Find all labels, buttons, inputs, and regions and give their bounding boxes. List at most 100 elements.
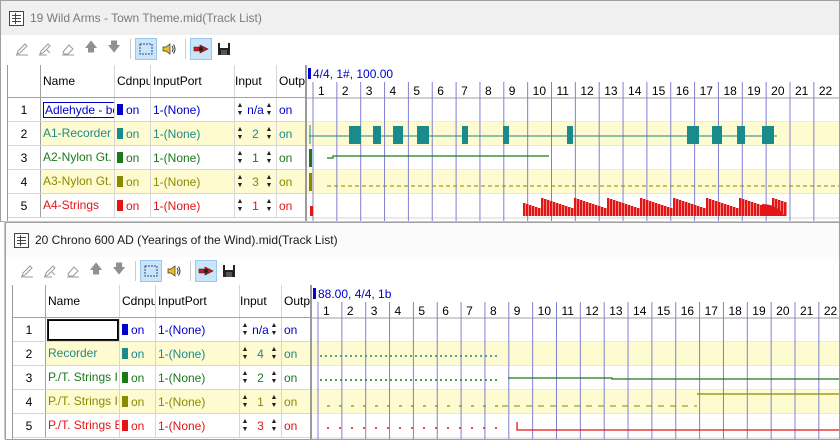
column-header-inputport[interactable]: InputPort xyxy=(156,285,240,317)
input-channel-stepper[interactable]: ▲ ▼ 2 ▲ ▼ xyxy=(235,122,277,145)
track-number[interactable]: 3 xyxy=(8,146,41,169)
track-color-swatch[interactable] xyxy=(117,152,123,163)
output-toggle[interactable]: on xyxy=(277,122,306,145)
spinner-arrows-icon[interactable]: ▲ ▼ xyxy=(264,124,274,144)
spinner-arrows-icon[interactable]: ▲ ▼ xyxy=(269,344,279,364)
column-header-output[interactable]: Outp xyxy=(282,285,311,317)
track-row[interactable]: 4 A3-Nylon Gt. on 1-(None) ▲ ▼ 3 ▲ ▼ on xyxy=(8,170,306,194)
spinner-arrows-icon[interactable]: ▲ ▼ xyxy=(269,392,279,412)
track-row[interactable]: 4 P./T. Strings I on 1-(None) ▲ ▼ 1 ▲ ▼ on xyxy=(13,390,311,414)
track-color-swatch[interactable] xyxy=(122,396,128,407)
arrow-down-icon[interactable]: 🡇 xyxy=(108,260,130,282)
input-port-select[interactable]: 1-(None) xyxy=(151,146,235,169)
input-channel-stepper[interactable]: ▲ ▼ 3 ▲ ▼ xyxy=(235,170,277,193)
input-port-select[interactable]: 1-(None) xyxy=(156,414,240,437)
spinner-arrows-icon[interactable]: ▲ ▼ xyxy=(240,392,250,412)
title-bar[interactable]: 20 Chrono 600 AD (Yearings of the Wind).… xyxy=(6,223,839,257)
track-row[interactable]: 3 P./T. Strings I on 1-(None) ▲ ▼ 2 ▲ ▼ on xyxy=(13,366,311,390)
column-header-channel[interactable]: Cdnput xyxy=(120,285,156,317)
spinner-arrows-icon[interactable]: ▲ ▼ xyxy=(269,320,279,340)
input-channel-stepper[interactable]: ▲ ▼ 2 ▲ ▼ xyxy=(240,366,282,389)
column-header-name[interactable]: Name xyxy=(41,65,115,97)
piano-roll-overview[interactable]: 88.00, 4/4, 1b 1 2 3 4 5 6 7 8 9 10 11 12 13 14 15 16 17 1… xyxy=(310,285,839,439)
track-number[interactable]: 2 xyxy=(8,122,41,145)
output-toggle[interactable]: on xyxy=(277,146,306,169)
track-name-cell[interactable]: Recorder xyxy=(46,342,120,365)
track-name-cell[interactable]: P./T. Strings E xyxy=(46,414,120,437)
input-channel-stepper[interactable]: ▲ ▼ n/a ▲ ▼ xyxy=(240,318,282,341)
input-channel-stepper[interactable]: ▲ ▼ n/a ▲ ▼ xyxy=(235,98,277,121)
spinner-arrows-icon[interactable]: ▲ ▼ xyxy=(269,416,279,436)
track-number[interactable]: 1 xyxy=(8,98,41,121)
track-name-cell[interactable]: P./T. Strings I xyxy=(46,390,120,413)
track-name-cell[interactable] xyxy=(46,318,120,341)
track-row[interactable]: 2 Recorder on 1-(None) ▲ ▼ 4 ▲ ▼ on xyxy=(13,342,311,366)
output-toggle[interactable]: on xyxy=(277,98,306,121)
track-row[interactable]: 1 Adlehyde - be on 1-(None) ▲ ▼ n/a ▲ ▼ on xyxy=(8,98,306,122)
spinner-arrows-icon[interactable]: ▲ ▼ xyxy=(240,344,250,364)
spinner-arrows-icon[interactable]: ▲ ▼ xyxy=(264,196,274,216)
spinner-arrows-icon[interactable]: ▲ ▼ xyxy=(264,172,274,192)
output-toggle[interactable]: on xyxy=(282,318,311,341)
spinner-arrows-icon[interactable]: ▲ ▼ xyxy=(240,368,250,388)
output-toggle[interactable]: on xyxy=(282,414,311,437)
spinner-arrows-icon[interactable]: ▲ ▼ xyxy=(264,100,274,120)
track-row[interactable]: 1 on 1-(None) ▲ ▼ n/a ▲ ▼ on xyxy=(13,318,311,342)
pencil-edit-icon[interactable] xyxy=(39,260,61,282)
track-number[interactable]: 5 xyxy=(13,414,46,437)
select-rect-icon[interactable] xyxy=(140,260,162,282)
track-number[interactable]: 4 xyxy=(8,170,41,193)
track-color-swatch[interactable] xyxy=(122,324,128,335)
spinner-arrows-icon[interactable]: ▲ ▼ xyxy=(240,320,250,340)
column-header-channel[interactable]: Cdnput xyxy=(115,65,151,97)
track-color-swatch[interactable] xyxy=(117,176,123,187)
spinner-arrows-icon[interactable]: ▲ ▼ xyxy=(240,416,250,436)
input-channel-stepper[interactable]: ▲ ▼ 4 ▲ ▼ xyxy=(240,342,282,365)
speaker-icon[interactable] xyxy=(158,38,180,60)
track-row[interactable]: 5 P./T. Strings E on 1-(None) ▲ ▼ 3 ▲ ▼ on xyxy=(13,414,311,438)
track-input-toggle[interactable]: on xyxy=(120,366,156,389)
arrow-down-icon[interactable]: 🡇 xyxy=(103,38,125,60)
track-input-toggle[interactable]: on xyxy=(115,170,151,193)
input-port-select[interactable]: 1-(None) xyxy=(151,194,235,217)
track-color-swatch[interactable] xyxy=(117,128,123,139)
output-toggle[interactable]: on xyxy=(277,170,306,193)
track-input-toggle[interactable]: on xyxy=(115,194,151,217)
arrow-up-icon[interactable]: 🡅 xyxy=(80,38,102,60)
track-input-toggle[interactable]: on xyxy=(115,146,151,169)
track-name-cell[interactable]: A4-Strings xyxy=(41,194,115,217)
piano-roll-svg[interactable]: 4/4, 1#, 100.001 2 3 4 5 6 7 8 9 10 11 12 13 14 15 16 17… xyxy=(307,65,839,221)
output-toggle[interactable]: on xyxy=(277,194,306,217)
eraser-icon[interactable] xyxy=(57,38,79,60)
track-input-toggle[interactable]: on xyxy=(115,98,151,121)
track-input-toggle[interactable]: on xyxy=(120,390,156,413)
input-channel-stepper[interactable]: ▲ ▼ 1 ▲ ▼ xyxy=(235,146,277,169)
input-port-select[interactable]: 1-(None) xyxy=(156,318,240,341)
input-port-select[interactable]: 1-(None) xyxy=(156,366,240,389)
save-icon[interactable] xyxy=(218,260,240,282)
track-row[interactable]: 3 A2-Nylon Gt. on 1-(None) ▲ ▼ 1 ▲ ▼ on xyxy=(8,146,306,170)
column-header-input[interactable]: Input xyxy=(240,285,282,317)
column-header-input[interactable]: Input xyxy=(235,65,277,97)
spinner-arrows-icon[interactable]: ▲ ▼ xyxy=(235,172,245,192)
column-header-number[interactable] xyxy=(13,285,46,317)
track-row[interactable]: 5 A4-Strings on 1-(None) ▲ ▼ 1 ▲ ▼ on xyxy=(8,194,306,218)
input-port-select[interactable]: 1-(None) xyxy=(151,98,235,121)
save-icon[interactable] xyxy=(213,38,235,60)
track-input-toggle[interactable]: on xyxy=(115,122,151,145)
input-port-select[interactable]: 1-(None) xyxy=(156,390,240,413)
spinner-arrows-icon[interactable]: ▲ ▼ xyxy=(235,100,245,120)
track-name-cell[interactable]: A1-Recorder xyxy=(41,122,115,145)
track-list-window-wild-arms[interactable]: 19 Wild Arms - Town Theme.mid(Track List… xyxy=(0,0,840,222)
record-mode-icon[interactable] xyxy=(190,38,212,60)
piano-roll-svg[interactable]: 88.00, 4/4, 1b1 2 3 4 5 6 7 8 9 10 11 12 13 14 15 16 17 1… xyxy=(312,285,839,439)
record-mode-icon[interactable] xyxy=(195,260,217,282)
select-rect-icon[interactable] xyxy=(135,38,157,60)
track-color-swatch[interactable] xyxy=(122,372,128,383)
output-toggle[interactable]: on xyxy=(282,390,311,413)
track-name-cell[interactable]: A3-Nylon Gt. xyxy=(41,170,115,193)
track-number[interactable]: 1 xyxy=(13,318,46,341)
spinner-arrows-icon[interactable]: ▲ ▼ xyxy=(235,196,245,216)
column-header-name[interactable]: Name xyxy=(46,285,120,317)
track-color-swatch[interactable] xyxy=(122,420,128,431)
